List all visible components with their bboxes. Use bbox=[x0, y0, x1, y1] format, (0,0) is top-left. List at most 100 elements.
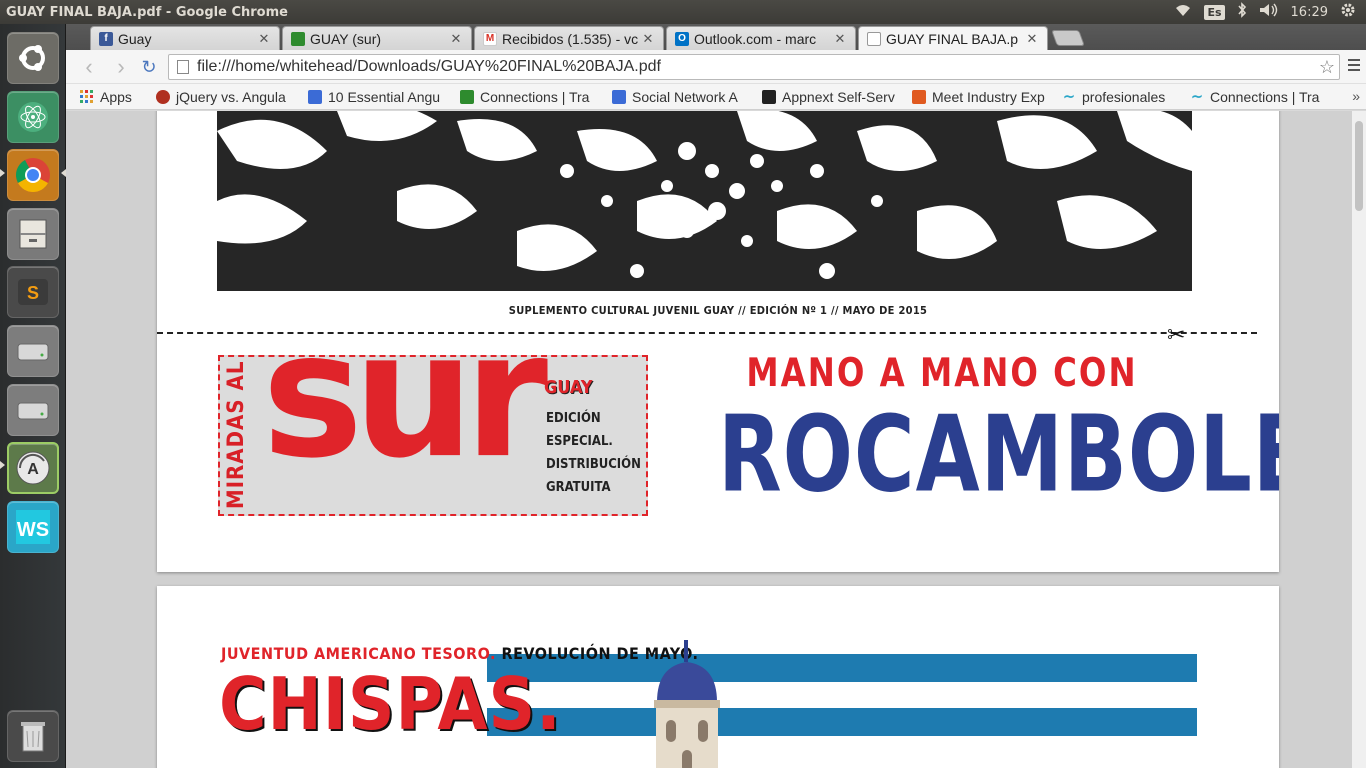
juventud-red-text: JUVENTUD AMERICANO TESORO. bbox=[221, 644, 496, 663]
scissors-icon: ✂ bbox=[1167, 322, 1186, 347]
facebook-icon: f bbox=[99, 31, 113, 46]
star-icon[interactable]: ☆ bbox=[1315, 57, 1339, 78]
url-text[interactable]: file:///home/whitehead/Downloads/GUAY%20… bbox=[197, 58, 1315, 76]
juventud-heading: JUVENTUD AMERICANO TESORO. REVOLUCIÓN DE… bbox=[221, 644, 698, 663]
file-cabinet-icon[interactable] bbox=[7, 208, 59, 260]
blue-stripe bbox=[487, 708, 1197, 736]
rocambole-title: ROCAMBOLE bbox=[718, 393, 1279, 516]
page-icon bbox=[177, 60, 189, 74]
chispas-title: CHISPAS. bbox=[219, 662, 562, 746]
tab-strip: f Guay ✕ GUAY (sur) ✕ M Recibidos (1.535… bbox=[66, 24, 1366, 50]
bookmark-appnext[interactable]: Appnext Self-Serv bbox=[762, 89, 900, 105]
green-cube-icon bbox=[291, 31, 305, 46]
apps-grid-icon bbox=[80, 89, 94, 104]
chrome-icon[interactable] bbox=[7, 149, 59, 201]
atom-icon[interactable] bbox=[7, 91, 59, 143]
vertical-scrollbar[interactable] bbox=[1352, 111, 1366, 768]
keyboard-layout-indicator[interactable]: Es bbox=[1204, 4, 1225, 20]
indicator-area: Es 16:29 bbox=[1174, 2, 1366, 22]
volume-icon[interactable] bbox=[1259, 3, 1279, 21]
tab-outlook[interactable]: O Outlook.com - marc ✕ bbox=[666, 26, 856, 50]
edicion-line: ESPECIAL. bbox=[546, 434, 613, 449]
chevron-right-icon[interactable]: » bbox=[1352, 88, 1360, 104]
back-arrow-icon[interactable]: ‹ bbox=[78, 56, 100, 78]
toptal-icon bbox=[308, 89, 322, 104]
edicion-line: DISTRIBUCIÓN bbox=[546, 457, 641, 472]
pdf-viewer[interactable]: SUPLEMENTO CULTURAL JUVENIL GUAY // EDIC… bbox=[66, 111, 1366, 768]
bookmark-label: jQuery vs. Angula bbox=[176, 88, 286, 105]
bookmark-label: profesionales bbox=[1082, 88, 1166, 105]
guay-logo: GUAY bbox=[544, 377, 593, 398]
gmail-icon: M bbox=[483, 31, 497, 46]
forward-arrow-icon[interactable]: › bbox=[110, 56, 132, 78]
svg-text:A: A bbox=[27, 461, 39, 478]
chrome-window: f Guay ✕ GUAY (sur) ✕ M Recibidos (1.535… bbox=[66, 24, 1366, 768]
bluetooth-icon[interactable] bbox=[1237, 2, 1247, 22]
tab-guay-pdf[interactable]: GUAY FINAL BAJA.p ✕ bbox=[858, 26, 1048, 50]
bookmark-connections[interactable]: Connections | Tra bbox=[460, 89, 600, 105]
edicion-line: EDICIÓN bbox=[546, 411, 601, 426]
unity-launcher: S A WS bbox=[0, 24, 66, 768]
green-cube-icon bbox=[460, 89, 474, 104]
swirl-icon: ∼ bbox=[1063, 88, 1075, 105]
bookmark-apps[interactable]: Apps bbox=[80, 89, 144, 105]
svg-text:S: S bbox=[27, 283, 39, 303]
hard-drive-icon[interactable] bbox=[7, 384, 59, 436]
bookmark-jquery[interactable]: jQuery vs. Angula bbox=[156, 89, 296, 105]
running-indicator bbox=[0, 461, 5, 469]
edicion-line: GRATUITA bbox=[546, 480, 611, 495]
bookmark-social-network[interactable]: Social Network A bbox=[612, 89, 750, 105]
reload-icon[interactable]: ↻ bbox=[138, 56, 160, 78]
new-tab-button[interactable] bbox=[1051, 30, 1085, 46]
woodcut-illustration bbox=[217, 111, 1192, 291]
bookmark-angular[interactable]: 10 Essential Angu bbox=[308, 89, 448, 105]
pdf-page-2: JUVENTUD AMERICANO TESORO. REVOLUCIÓN DE… bbox=[157, 586, 1279, 768]
trash-icon[interactable] bbox=[7, 710, 59, 762]
sublime-icon[interactable]: S bbox=[7, 266, 59, 318]
bookmark-label: Apps bbox=[100, 88, 132, 105]
jquery-icon bbox=[156, 89, 170, 104]
close-icon[interactable]: ✕ bbox=[1025, 31, 1039, 47]
webstorm-icon[interactable]: WS bbox=[7, 501, 59, 553]
running-indicator bbox=[0, 169, 5, 177]
bookmark-label: Appnext Self-Serv bbox=[782, 88, 895, 105]
bookmark-label: 10 Essential Angu bbox=[328, 88, 441, 105]
tab-guay[interactable]: f Guay ✕ bbox=[90, 26, 280, 50]
swirl-icon: ∼ bbox=[1191, 88, 1203, 105]
clock[interactable]: 16:29 bbox=[1291, 5, 1328, 20]
toptal-icon bbox=[612, 89, 626, 104]
window-title: GUAY FINAL BAJA.pdf - Google Chrome bbox=[6, 4, 288, 20]
bookmark-profesionales[interactable]: ∼ profesionales bbox=[1062, 89, 1178, 105]
bookmarks-bar: Apps jQuery vs. Angula 10 Essential Angu… bbox=[66, 84, 1366, 110]
bookmark-label: Connections | Tra bbox=[480, 88, 590, 105]
close-icon[interactable]: ✕ bbox=[833, 31, 847, 47]
svg-text:WS: WS bbox=[17, 519, 49, 541]
wifi-icon[interactable] bbox=[1174, 3, 1192, 21]
mano-a-mano-heading: MANO A MANO CON bbox=[746, 350, 1138, 397]
top-panel: GUAY FINAL BAJA.pdf - Google Chrome Es 1… bbox=[0, 0, 1366, 24]
bookmark-label: Meet Industry Exp bbox=[932, 88, 1045, 105]
close-icon[interactable]: ✕ bbox=[257, 31, 271, 47]
bookmark-label: Social Network A bbox=[632, 88, 738, 105]
tab-gmail[interactable]: M Recibidos (1.535) - vc ✕ bbox=[474, 26, 664, 50]
bookmark-label: Connections | Tra bbox=[1210, 88, 1320, 105]
bookmark-meet-industry[interactable]: Meet Industry Exp bbox=[912, 89, 1050, 105]
close-icon[interactable]: ✕ bbox=[641, 31, 655, 47]
menu-icon[interactable] bbox=[1348, 59, 1360, 74]
close-icon[interactable]: ✕ bbox=[449, 31, 463, 47]
pdf-page-1: SUPLEMENTO CULTURAL JUVENIL GUAY // EDIC… bbox=[157, 111, 1279, 572]
bookmark-connections-2[interactable]: ∼ Connections | Tra bbox=[1190, 89, 1324, 105]
tab-label: Recibidos (1.535) - vc bbox=[502, 30, 639, 47]
toolbar: ‹ › ↻ file:///home/whitehead/Downloads/G… bbox=[66, 50, 1366, 84]
hard-drive-icon[interactable] bbox=[7, 325, 59, 377]
scrollbar-thumb[interactable] bbox=[1355, 121, 1363, 211]
settings-gear-icon[interactable] bbox=[1340, 2, 1356, 22]
ubuntu-logo-icon[interactable] bbox=[7, 32, 59, 84]
appnext-icon bbox=[762, 89, 776, 104]
address-bar[interactable]: file:///home/whitehead/Downloads/GUAY%20… bbox=[168, 54, 1340, 80]
tab-label: Outlook.com - marc bbox=[694, 30, 817, 47]
page-icon bbox=[867, 31, 881, 46]
updater-icon[interactable]: A bbox=[7, 442, 59, 494]
tab-guay-sur[interactable]: GUAY (sur) ✕ bbox=[282, 26, 472, 50]
tab-label: GUAY FINAL BAJA.p bbox=[886, 30, 1019, 47]
